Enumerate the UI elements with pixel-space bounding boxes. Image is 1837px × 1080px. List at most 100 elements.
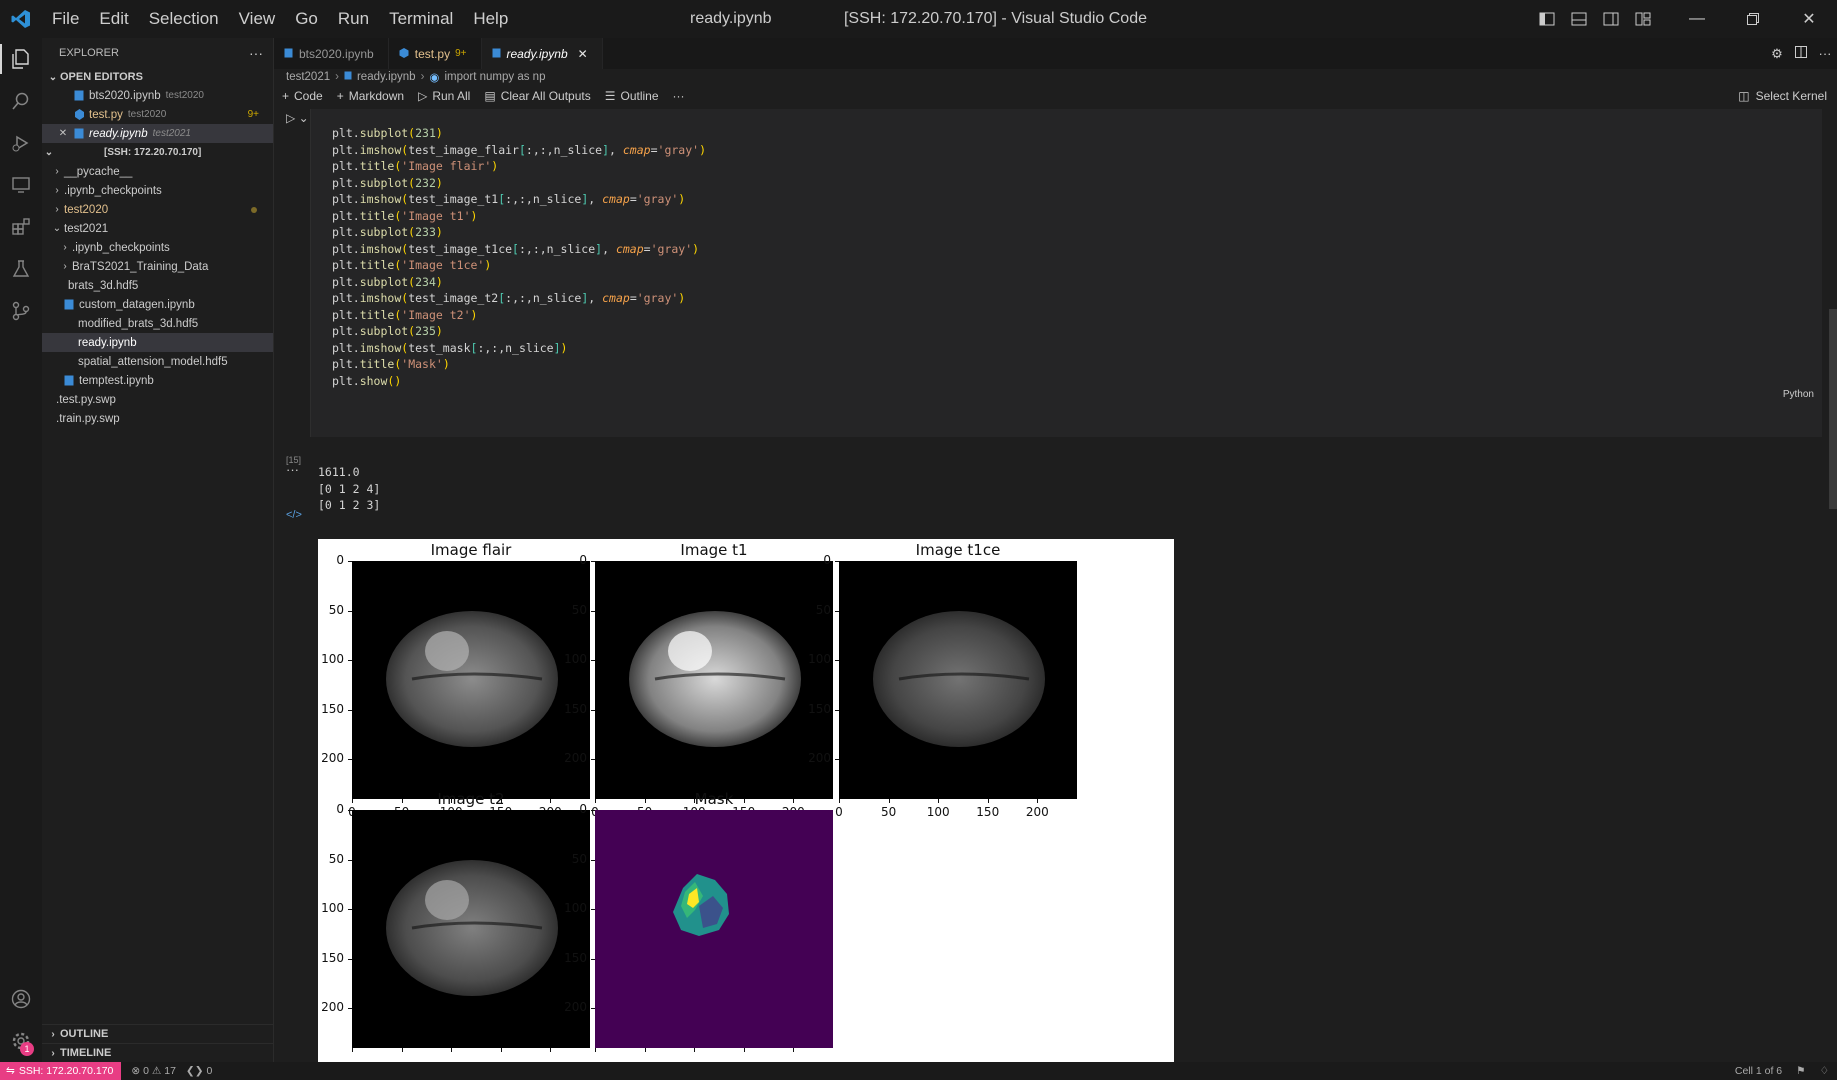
tree-folder[interactable]: › __pycache__ (42, 162, 273, 181)
output-renderer-icon[interactable]: </> (286, 509, 302, 521)
extensions-icon[interactable] (0, 206, 42, 248)
more-actions-icon[interactable]: ··· (1813, 46, 1837, 61)
add-code-label: Code (294, 89, 323, 103)
menu-edit[interactable]: Edit (89, 0, 138, 38)
run-debug-icon[interactable] (0, 122, 42, 164)
ports-indicator[interactable]: ❮❯ 0 (186, 1065, 212, 1077)
tree-folder[interactable]: › BraTS2021_Training_Data (42, 257, 273, 276)
toggle-secondary-sidebar-icon[interactable] (1595, 0, 1627, 38)
toolbar-more-button[interactable]: ··· (673, 89, 685, 103)
open-editor-name: bts2020.ipynb (89, 89, 161, 102)
explorer-icon[interactable] (0, 38, 42, 80)
breadcrumb-file[interactable]: ready.ipynb (357, 71, 416, 83)
tree-folder-open[interactable]: ⌄ test2021 (42, 219, 273, 238)
code-content[interactable]: plt.subplot(231) plt.imshow(test_image_fl… (332, 125, 706, 389)
tree-item-label: .test.py.swp (56, 393, 116, 406)
menu-selection[interactable]: Selection (139, 0, 229, 38)
activity-bar: 1 (0, 38, 42, 1062)
manage-gear-icon[interactable]: 1 (0, 1020, 42, 1062)
timeline-title: TIMELINE (60, 1047, 112, 1059)
y-tick-mark (591, 810, 595, 811)
y-tick-mark (348, 1008, 352, 1010)
add-code-cell-button[interactable]: + Code (282, 89, 323, 103)
y-tick-label: 0 (336, 802, 344, 816)
tree-file[interactable]: .train.py.swp (42, 409, 273, 428)
timeline-section[interactable]: › TIMELINE (42, 1043, 273, 1062)
run-cell-icon[interactable]: ▷ ⌄ (286, 111, 309, 125)
breadcrumb-symbol[interactable]: import numpy as np (444, 71, 545, 83)
tab-bts2020[interactable]: bts2020.ipynb (274, 38, 389, 69)
remote-explorer-icon[interactable] (0, 164, 42, 206)
tree-folder[interactable]: › .ipynb_checkpoints (42, 238, 273, 257)
tree-item-label: test2020 (64, 203, 109, 216)
split-editor-icon[interactable] (1789, 46, 1813, 61)
notifications-bell-icon[interactable]: ♢ (1820, 1065, 1829, 1077)
modified-dot (251, 206, 257, 213)
menu-view[interactable]: View (229, 0, 286, 38)
problems-indicator[interactable]: ⊗ 0 ⚠ 17 (131, 1065, 176, 1077)
x-tick-label: 150 (976, 805, 1000, 819)
tree-file[interactable]: custom_datagen.ipynb (42, 295, 273, 314)
toggle-panel-icon[interactable] (1563, 0, 1595, 38)
customize-layout-icon[interactable] (1627, 0, 1659, 38)
open-editor-item[interactable]: test.py test2020 9+ (42, 105, 273, 124)
cell-position[interactable]: Cell 1 of 6 (1735, 1065, 1782, 1077)
accounts-icon[interactable] (0, 978, 42, 1020)
y-tick-label: 0 (579, 553, 587, 567)
more-actions-icon[interactable]: ··· (249, 45, 273, 61)
y-tick-mark (591, 909, 595, 911)
feedback-icon[interactable]: ⚑ (1796, 1065, 1805, 1077)
tab-ready-ipynb[interactable]: ready.ipynb ✕ (481, 38, 603, 69)
code-cell-editor[interactable]: plt.subplot(231) plt.imshow(test_image_fl… (310, 109, 1822, 437)
close-editor-icon[interactable]: ✕ (56, 128, 70, 139)
tree-folder[interactable]: › .ipynb_checkpoints (42, 181, 273, 200)
chevron-down-icon: ⌄ (52, 223, 62, 234)
tab-test-py[interactable]: test.py 9+ (389, 38, 482, 69)
tree-folder[interactable]: › test2020 (42, 200, 273, 219)
menu-help[interactable]: Help (463, 0, 518, 38)
breadcrumb-folder[interactable]: test2021 (286, 71, 330, 83)
close-tab-icon[interactable]: ✕ (578, 47, 588, 61)
testing-icon[interactable] (0, 248, 42, 290)
menu-file[interactable]: File (42, 0, 89, 38)
tree-file[interactable]: modified_brats_3d.hdf5 (42, 314, 273, 333)
source-control-icon[interactable] (0, 290, 42, 332)
add-markdown-cell-button[interactable]: + Markdown (337, 89, 404, 103)
y-tick-mark (591, 958, 595, 960)
menu-terminal[interactable]: Terminal (379, 0, 463, 38)
x-tick-mark (401, 1048, 403, 1052)
y-tick-label: 100 (808, 652, 831, 667)
select-kernel-button[interactable]: ◫ Select Kernel (1738, 89, 1827, 103)
tree-file[interactable]: brats_3d.hdf5 (42, 276, 273, 295)
close-window-button[interactable]: ✕ (1781, 0, 1837, 38)
tree-file[interactable]: .test.py.swp (42, 390, 273, 409)
settings-gear-icon[interactable]: ⚙ (1765, 46, 1789, 62)
tree-file-selected[interactable]: ready.ipynb (42, 333, 273, 352)
menu-run[interactable]: Run (328, 0, 379, 38)
output-more-icon[interactable]: ··· (286, 462, 299, 477)
clear-outputs-button[interactable]: ▤ Clear All Outputs (484, 89, 590, 103)
toggle-sidebar-icon[interactable] (1531, 0, 1563, 38)
search-icon[interactable] (0, 80, 42, 122)
run-all-button[interactable]: ▷ Run All (418, 89, 470, 103)
workspace-section[interactable]: ⌄ [SSH: 172.20.70.170] (42, 143, 273, 162)
tab-label: test.py (414, 46, 451, 61)
tree-file[interactable]: temptest.ipynb (42, 371, 273, 390)
menu-go[interactable]: Go (285, 0, 328, 38)
remote-indicator[interactable]: ⇋ SSH: 172.20.70.170 (0, 1062, 122, 1080)
x-tick-mark (793, 1048, 795, 1052)
cell-language-label[interactable]: Python (1783, 389, 1814, 400)
open-editor-item-active[interactable]: ✕ ready.ipynb test2021 (42, 124, 273, 143)
restore-button[interactable] (1725, 0, 1781, 38)
outline-section[interactable]: › OUTLINE (42, 1024, 273, 1043)
tree-file[interactable]: spatial_attension_model.hdf5 (42, 352, 273, 371)
outline-button[interactable]: ☰ Outline (605, 89, 659, 103)
chevron-right-icon: › (420, 71, 425, 83)
title-bar: File Edit Selection View Go Run Terminal… (0, 0, 1837, 38)
add-markdown-label: Markdown (348, 89, 405, 103)
explorer-title: EXPLORER (59, 47, 119, 59)
open-editors-section[interactable]: ⌄ OPEN EDITORS (42, 68, 273, 86)
minimize-button[interactable]: — (1669, 0, 1725, 38)
open-editor-item[interactable]: bts2020.ipynb test2020 (42, 86, 273, 105)
scrollbar[interactable] (1829, 309, 1837, 509)
